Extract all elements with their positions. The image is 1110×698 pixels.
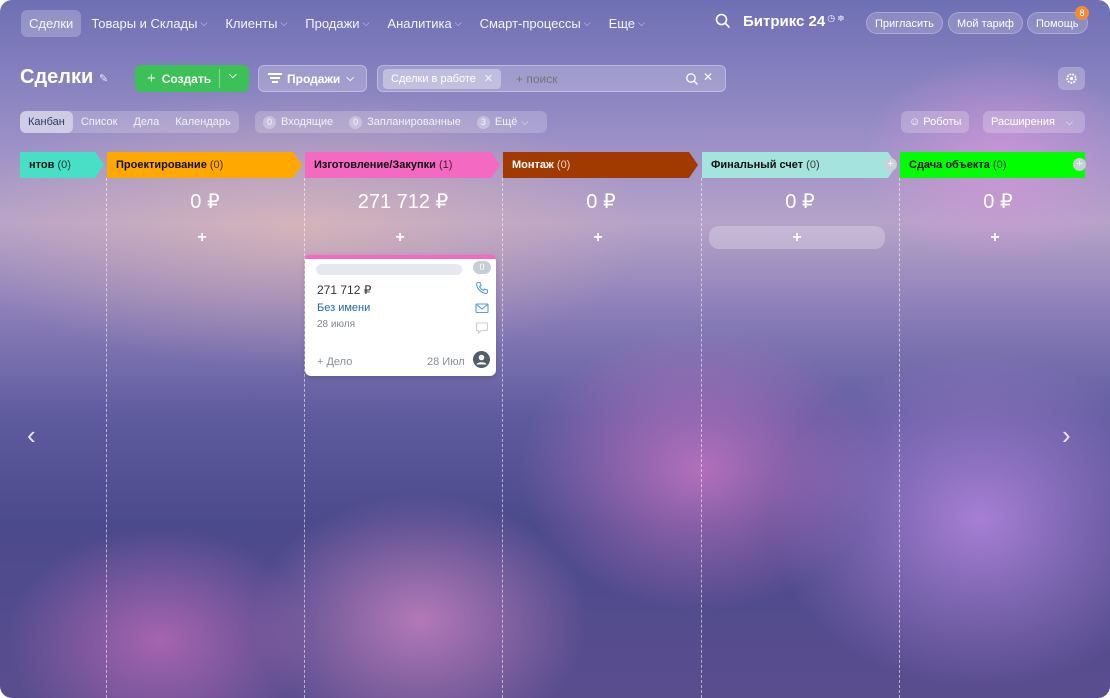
user-icon <box>476 354 487 365</box>
my-tariff-button[interactable]: Мой тариф <box>948 12 1023 34</box>
divider <box>219 69 220 88</box>
gear-icon <box>1066 73 1077 84</box>
column-sum-installation: 0 ₽ <box>586 191 616 213</box>
column-divider <box>899 178 900 698</box>
robots-button[interactable]: ☺ Роботы <box>901 111 970 133</box>
view-switcher: Канбан Список Дела Календарь <box>20 111 239 133</box>
deal-client-link[interactable]: Без имени <box>317 302 370 314</box>
chevron-down-icon: ⌵ <box>280 17 288 28</box>
settings-button[interactable] <box>1058 67 1085 90</box>
stage-header-handover[interactable]: Сдача объекта (0) <box>900 152 1085 178</box>
nav-item-sales[interactable]: Продажи ⌵ <box>297 10 377 37</box>
nav-item-analytics[interactable]: Аналитика ⌵ <box>379 10 469 37</box>
avatar[interactable] <box>473 351 490 368</box>
filter-search-bar[interactable]: Сделки в работе✕ ✕ <box>377 65 726 92</box>
stage-header-design[interactable]: Проектирование (0) <box>107 152 302 178</box>
clock-icon: ◷ <box>827 13 836 23</box>
counter-planned[interactable]: 0 Запланированные <box>349 115 461 129</box>
page-title: Сделки <box>20 66 94 88</box>
tab-activities[interactable]: Дела <box>125 111 167 133</box>
funnel-icon <box>268 72 282 83</box>
deal-card[interactable]: 0 271 712 ₽ Без имени 28 июля + Дело 28 … <box>305 255 496 376</box>
chevron-down-icon: ⌵ <box>638 17 645 28</box>
column-sum-design: 0 ₽ <box>190 191 220 213</box>
add-stage-icon[interactable]: + <box>884 158 897 171</box>
chevron-down-icon: ⌵ <box>454 17 462 28</box>
counter-incoming[interactable]: 0 Входящие <box>263 115 333 129</box>
stage-header-final-invoice[interactable]: Финальный счет (0) <box>702 152 897 178</box>
tab-kanban[interactable]: Канбан <box>20 111 73 133</box>
plus-icon: + <box>147 70 156 87</box>
quick-add-button[interactable]: + <box>114 228 290 248</box>
column-sum-final-invoice: 0 ₽ <box>785 191 815 213</box>
nav-item-more[interactable]: Еще ⌵ <box>601 10 653 37</box>
add-activity-button[interactable]: + Дело <box>317 356 352 368</box>
chevron-down-icon: ⌵ <box>583 17 591 28</box>
chevron-down-icon: ⌵ <box>200 17 208 28</box>
stage-header-0[interactable]: нтов (0) <box>20 152 104 178</box>
search-icon[interactable] <box>714 12 732 30</box>
crm-app: Сделки Товары и Склады ⌵ Клиенты ⌵ Продажи… <box>0 0 1110 698</box>
scroll-left-arrow[interactable]: ‹ <box>27 420 36 451</box>
chevron-down-icon: ⌵ <box>362 17 370 28</box>
tab-list[interactable]: Список <box>73 111 126 133</box>
stage-header-installation[interactable]: Монтаж (0) <box>503 152 698 178</box>
nav-item-deals[interactable]: Сделки <box>21 9 82 37</box>
counter-more[interactable]: 3 Ещё ⌵ <box>476 115 529 129</box>
chat-icon[interactable] <box>475 321 489 335</box>
brand-logo[interactable]: Битрикс 24 ◷ ≑ <box>743 13 845 30</box>
scroll-right-arrow[interactable]: › <box>1062 420 1071 451</box>
quick-add-button[interactable]: + <box>709 226 885 249</box>
quick-add-button[interactable]: + <box>312 228 488 248</box>
deal-due-date: 28 Июл <box>427 356 465 368</box>
search-input[interactable] <box>514 71 678 87</box>
pipeline-select[interactable]: Продажи ⌵ <box>258 65 367 92</box>
column-sum-manufacturing: 271 712 ₽ <box>357 191 449 213</box>
card-stage-stripe <box>305 255 496 259</box>
column-sum-handover: 0 ₽ <box>983 191 1013 213</box>
nav-item-clients[interactable]: Клиенты ⌵ <box>217 10 295 37</box>
column-divider <box>502 178 503 698</box>
card-counter-badge: 0 <box>473 261 491 274</box>
column-divider <box>701 178 702 698</box>
chevron-down-icon: ⌵ <box>1066 117 1073 127</box>
invite-button[interactable]: Пригласить <box>866 12 943 34</box>
create-button[interactable]: + Создать ⌵ <box>135 65 249 92</box>
close-icon[interactable]: ✕ <box>484 73 493 85</box>
add-stage-icon[interactable]: + <box>1073 158 1086 171</box>
robot-icon: ☺ <box>909 116 924 128</box>
phone-icon[interactable] <box>475 281 489 295</box>
counters-bar: 0 Входящие 0 Запланированные 3 Ещё ⌵ <box>255 111 547 133</box>
chevron-down-icon: ⌵ <box>521 116 529 127</box>
tab-calendar[interactable]: Календарь <box>167 111 239 133</box>
clear-icon[interactable]: ✕ <box>703 70 713 84</box>
filter-chip[interactable]: Сделки в работе ✕ <box>383 69 502 89</box>
extensions-button[interactable]: Расширения ⌵ <box>983 111 1085 133</box>
nav-item-smart-processes[interactable]: Смарт-процессы ⌵ <box>472 10 599 37</box>
column-divider <box>106 178 107 698</box>
stage-header-manufacturing[interactable]: Изготовление/Закупки (1) <box>305 152 500 178</box>
deal-title-placeholder[interactable] <box>316 264 462 275</box>
deal-date: 28 июля <box>317 319 356 330</box>
email-icon[interactable] <box>475 301 489 315</box>
pin-icon[interactable]: ✎ <box>99 72 108 85</box>
top-nav: Сделки Товары и Склады ⌵ Клиенты ⌵ Продажи… <box>0 0 1110 46</box>
settings-sliders-icon: ≑ <box>837 13 845 23</box>
chevron-down-icon[interactable]: ⌵ <box>229 70 237 81</box>
nav-item-products[interactable]: Товары и Склады ⌵ <box>83 10 215 37</box>
quick-add-button[interactable]: + <box>510 228 686 248</box>
help-badge: 8 <box>1075 6 1089 20</box>
deal-amount: 271 712 ₽ <box>317 283 372 297</box>
search-icon[interactable] <box>685 72 699 86</box>
quick-add-button[interactable]: + <box>907 228 1083 248</box>
chevron-down-icon: ⌵ <box>346 73 354 84</box>
